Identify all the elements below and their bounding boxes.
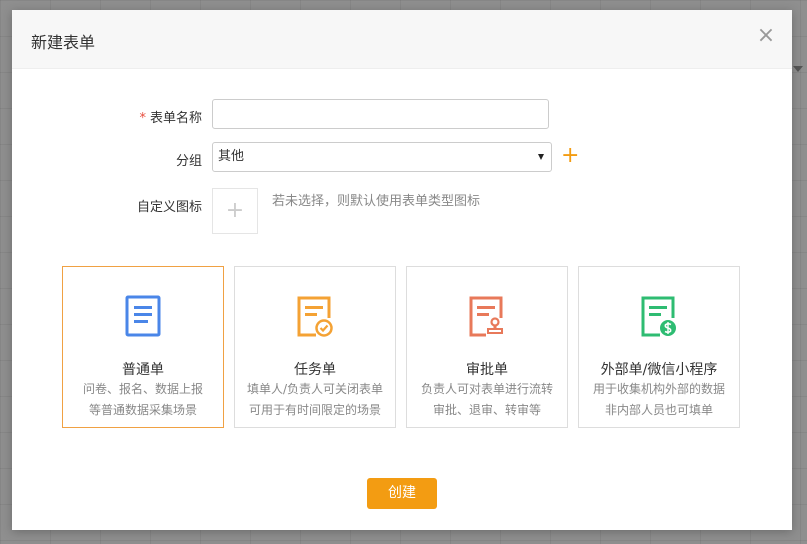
- card-desc-line1: 负责人可对表单进行流转: [420, 382, 553, 396]
- card-desc: 用于收集机构外部的数据 非内部人员也可填单: [579, 379, 739, 421]
- dialog-header: 新建表单 ×: [12, 10, 792, 69]
- card-desc: 负责人可对表单进行流转 审批、退审、转审等: [407, 379, 567, 421]
- add-group-plus-icon[interactable]: +: [561, 145, 579, 167]
- required-mark: *: [139, 111, 146, 126]
- task-check-icon: [297, 296, 333, 337]
- new-form-dialog: 新建表单 × * 表单名称 分组 其他 + 自定义图标 + 若未选择，则默认使用表…: [12, 10, 792, 530]
- create-button[interactable]: 创建: [367, 478, 437, 509]
- external-dollar-icon: [641, 296, 676, 337]
- group-select-value: 其他: [218, 149, 245, 164]
- card-desc-line1: 用于收集机构外部的数据: [592, 382, 725, 396]
- card-desc: 问卷、报名、数据上报 等普通数据采集场景: [63, 379, 223, 421]
- card-title: 任务单: [294, 362, 336, 378]
- card-title: 外部单/微信小程序: [600, 362, 718, 378]
- card-task-form[interactable]: 任务单 填单人/负责人可关闭表单 可用于有时间限定的场景: [234, 266, 396, 428]
- background-dropdown-arrow-icon: [793, 66, 803, 72]
- icon-upload-button[interactable]: +: [212, 188, 258, 234]
- form-name-input[interactable]: [212, 99, 549, 129]
- card-desc-line2: 审批、退审、转审等: [432, 403, 541, 417]
- card-normal-form[interactable]: 普通单 问卷、报名、数据上报 等普通数据采集场景: [62, 266, 224, 428]
- document-icon: [125, 295, 161, 337]
- close-icon[interactable]: ×: [756, 25, 776, 47]
- custom-icon-label: 自定义图标: [136, 200, 202, 215]
- card-desc-line1: 问卷、报名、数据上报: [82, 382, 203, 396]
- card-title: 普通单: [122, 362, 164, 378]
- card-desc-line1: 填单人/负责人可关闭表单: [246, 382, 384, 396]
- card-desc: 填单人/负责人可关闭表单 可用于有时间限定的场景: [235, 379, 395, 421]
- card-desc-line2: 等普通数据采集场景: [88, 403, 197, 417]
- card-desc-line2: 非内部人员也可填单: [604, 403, 713, 417]
- form-name-label: * 表单名称: [139, 107, 202, 126]
- group-label: 分组: [175, 154, 202, 169]
- card-approval-form[interactable]: 审批单 负责人可对表单进行流转 审批、退审、转审等: [406, 266, 568, 428]
- group-select[interactable]: 其他: [212, 142, 552, 172]
- icon-hint: 若未选择，则默认使用表单类型图标: [272, 194, 481, 209]
- card-desc-line2: 可用于有时间限定的场景: [248, 403, 381, 417]
- approval-stamp-icon: [469, 296, 503, 337]
- card-title: 审批单: [466, 362, 508, 378]
- card-external-form[interactable]: 外部单/微信小程序 用于收集机构外部的数据 非内部人员也可填单: [578, 266, 740, 428]
- form-name-label-text: 表单名称: [149, 111, 202, 126]
- caret-down-icon: [538, 154, 544, 160]
- dialog-title: 新建表单: [31, 33, 96, 52]
